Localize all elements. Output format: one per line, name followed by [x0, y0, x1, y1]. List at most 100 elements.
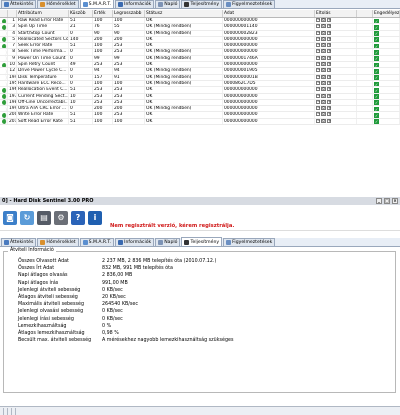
status-cell [0, 68, 8, 74]
tab-icon [118, 240, 124, 245]
offset-decrease-button[interactable]: − [316, 55, 320, 60]
offset-increase-button[interactable]: + [327, 74, 331, 79]
ok-status-icon [2, 43, 7, 49]
disk-icon[interactable]: ◙ [3, 210, 17, 225]
top-tab-5[interactable]: Teljesítmény [181, 0, 223, 8]
enabled-checkbox[interactable]: ✓ [374, 68, 379, 74]
transfer-info-label: Maximális átviteli sebesség [18, 302, 85, 308]
enabled-checkbox[interactable]: ✓ [374, 75, 379, 80]
value-cell: 100 [93, 43, 113, 49]
enabled-checkbox[interactable]: ✓ [374, 24, 379, 30]
enabled-checkbox[interactable]: ✓ [374, 94, 379, 99]
offset-increase-button[interactable]: + [327, 112, 331, 117]
registration-notice[interactable]: Nem regisztrált verzió, kérem regisztrál… [110, 223, 234, 229]
offset-decrease-button[interactable]: − [316, 68, 320, 73]
enabled-checkbox[interactable]: ✓ [374, 106, 379, 112]
attr-id-cell: 8 [8, 49, 17, 55]
enabled-checkbox[interactable]: ✓ [374, 43, 379, 49]
offset-increase-button[interactable]: + [327, 55, 331, 60]
tab-icon [226, 2, 232, 7]
offset-increase-button[interactable]: + [327, 18, 331, 22]
maximize-icon[interactable]: □ [384, 198, 390, 204]
enabled-checkbox[interactable]: ✓ [374, 87, 379, 93]
top-tab-2[interactable]: S.M.A.R.T. [79, 0, 115, 8]
enabled-checkbox[interactable]: ✓ [374, 62, 379, 68]
report-icon[interactable]: ▤ [37, 210, 51, 225]
top-tab-3[interactable]: Információk [115, 0, 155, 8]
attr-id-cell: 7 [8, 43, 17, 49]
offset-decrease-button[interactable]: − [316, 24, 320, 29]
offset-increase-button[interactable]: + [327, 87, 331, 92]
offset-increase-button[interactable]: + [327, 106, 331, 111]
close-icon[interactable]: × [392, 198, 398, 204]
offset-increase-button[interactable]: + [327, 36, 331, 41]
offset-increase-button[interactable]: + [327, 24, 331, 29]
help-icon[interactable]: ? [71, 210, 85, 225]
offset-decrease-button[interactable]: − [316, 80, 320, 85]
header-status[interactable]: Státusz [145, 10, 223, 17]
header-enabled[interactable]: Engedélyez [373, 10, 400, 17]
offset-increase-button[interactable]: + [327, 118, 331, 123]
bottom-tab-4[interactable]: Napló [155, 238, 181, 246]
offset-decrease-button[interactable]: − [316, 36, 320, 41]
threshold-cell: 0 [69, 80, 93, 87]
offset-increase-button[interactable]: + [327, 62, 331, 67]
enabled-checkbox[interactable]: ✓ [374, 18, 379, 24]
header-attribute[interactable]: Attribútum [17, 10, 69, 17]
header-data[interactable]: Adat [223, 10, 315, 17]
offset-increase-button[interactable]: + [327, 80, 331, 85]
bottom-tab-1[interactable]: Hőmérséklet [37, 238, 79, 246]
offset-decrease-button[interactable]: − [316, 99, 320, 104]
transfer-info-label: Összes Olvasott Adat [18, 259, 69, 264]
offset-decrease-button[interactable]: − [316, 18, 320, 22]
header-offset[interactable]: Eltolás [315, 10, 357, 17]
offset-increase-button[interactable]: + [327, 99, 331, 104]
offset-increase-button[interactable]: + [327, 49, 331, 54]
minimize-icon[interactable]: _ [376, 198, 382, 204]
offset-decrease-button[interactable]: − [316, 74, 320, 79]
offset-decrease-button[interactable]: − [316, 30, 320, 35]
enabled-checkbox[interactable]: ✓ [374, 119, 379, 125]
transfer-info-value: 0 KB/sec [102, 287, 123, 293]
top-tab-0[interactable]: Áttekintés [1, 0, 37, 8]
offset-decrease-button[interactable]: − [316, 62, 320, 67]
bottom-tab-3[interactable]: Információk [115, 238, 155, 246]
info-icon[interactable]: i [88, 210, 102, 225]
settings-icon[interactable]: ⚙ [54, 210, 68, 225]
bottom-tab-5[interactable]: Teljesítmény [181, 237, 223, 246]
header-value[interactable]: Érték [93, 10, 113, 17]
top-tab-6[interactable]: Figyelmeztetések [223, 0, 276, 8]
offset-increase-button[interactable]: + [327, 68, 331, 73]
bottom-tab-2[interactable]: S.M.A.R.T. [79, 238, 115, 246]
header-worst[interactable]: Legrosszabb [113, 10, 145, 17]
top-tab-1[interactable]: Hőmérséklet [37, 0, 79, 8]
offset-decrease-button[interactable]: − [316, 49, 320, 54]
enabled-checkbox[interactable]: ✓ [374, 81, 379, 87]
bottom-tab-6[interactable]: Figyelmeztetések [223, 238, 276, 246]
table-row[interactable]: 201 Soft Read Error Rate 51 100 100 OK 0000000… [0, 118, 400, 126]
offset-increase-button[interactable]: + [327, 30, 331, 35]
offset-increase-button[interactable]: + [327, 43, 331, 48]
offset-decrease-button[interactable]: − [316, 112, 320, 117]
offset-increase-button[interactable]: + [327, 93, 331, 98]
data-cell: 00000000001B [223, 74, 315, 80]
bottom-tab-0[interactable]: Áttekintés [1, 238, 37, 246]
offset-decrease-button[interactable]: − [316, 106, 320, 111]
offset-decrease-button[interactable]: − [316, 43, 320, 48]
header-id[interactable] [8, 10, 17, 17]
refresh-icon[interactable]: ↻ [20, 210, 34, 225]
offset-decrease-button[interactable]: − [316, 87, 320, 92]
header-threshold[interactable]: Küszöb [69, 10, 93, 17]
enabled-checkbox[interactable]: ✓ [374, 50, 379, 55]
enabled-checkbox[interactable]: ✓ [374, 37, 379, 43]
transfer-info-label: Napi átlagos olvasás [18, 273, 68, 279]
enabled-checkbox[interactable]: ✓ [374, 100, 379, 106]
enabled-checkbox[interactable]: ✓ [374, 56, 379, 62]
worst-cell: 99 [113, 55, 145, 62]
enabled-checkbox[interactable]: ✓ [374, 31, 379, 36]
offset-decrease-button[interactable]: − [316, 93, 320, 98]
enabled-checkbox[interactable]: ✓ [374, 113, 379, 118]
top-tab-4[interactable]: Napló [155, 0, 181, 8]
offset-decrease-button[interactable]: − [316, 118, 320, 123]
tab-icon [184, 239, 190, 245]
